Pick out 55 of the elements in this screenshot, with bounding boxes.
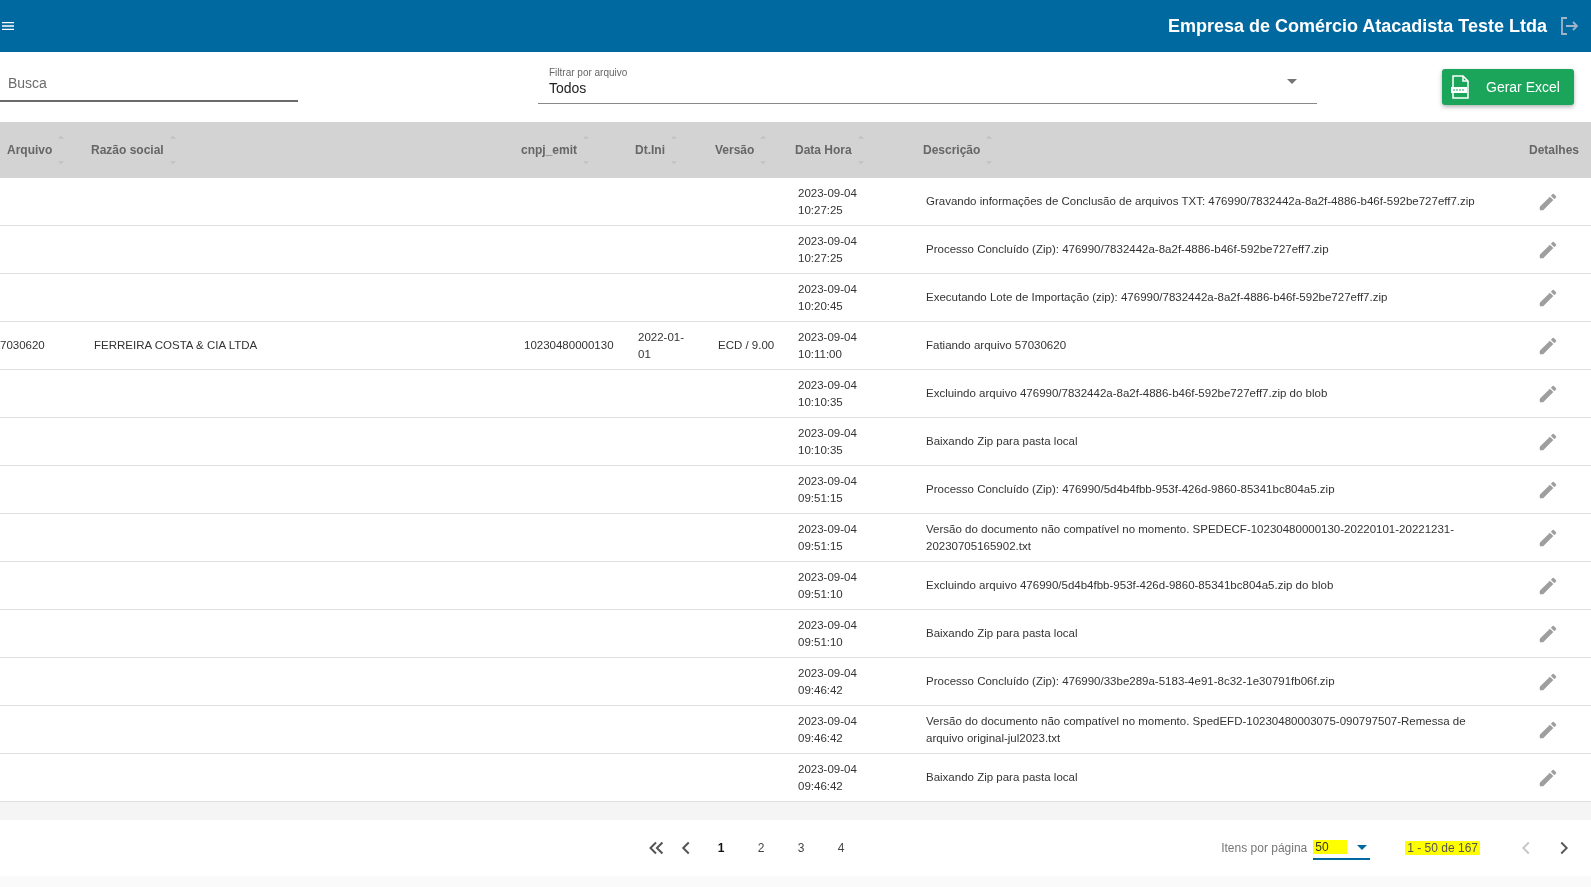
table-cell-text: 2023-09-04 10:11:00 xyxy=(798,329,858,362)
table-cell-text: Excluindo arquivo 476990/7832442a-8a2f-4886-b46f-592be727eff7.zip do blob xyxy=(926,386,1328,401)
page-number[interactable]: 1 xyxy=(705,841,737,855)
table-cell-text: Processo Concluído (Zip): 476990/33be289a-5183-4e91-8c32-1e30791fb06f.zip xyxy=(926,674,1335,689)
column-header[interactable]: Arquivo xyxy=(7,143,53,157)
select-label: Filtrar por arquivo xyxy=(549,67,629,78)
page-number[interactable]: 3 xyxy=(785,841,817,855)
table-cell-text: 10230480000130 xyxy=(524,338,614,353)
table-cell-text: Fatiando arquivo 57030620 xyxy=(926,338,1067,353)
table-cell-text: 2023-09-04 10:10:35 xyxy=(798,377,858,410)
table-cell-text: Baixando Zip para pasta local xyxy=(926,626,1078,641)
table-cell-text: 2023-09-04 09:51:10 xyxy=(798,569,858,602)
table-cell-text: 2023-09-04 09:46:42 xyxy=(798,761,858,794)
table-cell-text: ECD / 9.00 xyxy=(718,338,775,353)
table-cell-text: 2023-09-04 09:51:10 xyxy=(798,617,858,650)
table-cell-text: FERREIRA COSTA & CIA LTDA xyxy=(94,338,258,353)
table-cell-text: Baixando Zip para pasta local xyxy=(926,770,1078,785)
column-header[interactable]: Dt.Ini xyxy=(635,143,665,157)
table-cell-text: Baixando Zip para pasta local xyxy=(926,434,1078,449)
table-cell-text: 2022-01-01 xyxy=(638,329,686,362)
table-cell-text: Processo Concluído (Zip): 476990/5d4b4fbb-953f-426d-9860-85341bc804a5.zip xyxy=(926,482,1335,497)
caret-icon xyxy=(1357,844,1368,850)
spreadsheet-file-icon xyxy=(1450,75,1470,99)
column-header[interactable]: Razão social xyxy=(91,143,164,157)
page-number[interactable]: 2 xyxy=(745,841,777,855)
table-cell-text: 2023-09-04 09:46:42 xyxy=(798,713,858,746)
table-cell-text: Versão do documento não compatível no momento. SPEDECF-10230480000130-20220101-20221231-20230705165902.txt xyxy=(926,521,1456,554)
table-cell-text: 2023-09-04 10:27:25 xyxy=(798,185,858,218)
column-header[interactable]: Descrição xyxy=(923,143,981,157)
table-cell-text: 2023-09-04 09:51:15 xyxy=(798,521,858,554)
column-header[interactable]: cnpj_emit xyxy=(521,143,577,157)
table-cell-text: Versão do documento não compatível no momento. SpedEFD-10230480003075-090797507-Remessa de arquivo original-jul2023.txt xyxy=(926,713,1467,746)
caret-icon xyxy=(1287,79,1297,84)
page-number[interactable]: 4 xyxy=(825,841,857,855)
column-header[interactable]: Versão xyxy=(715,143,755,157)
file-filter-select[interactable]: Filtrar por arquivo Todos xyxy=(538,60,1317,104)
table-cell-text: Excluindo arquivo 476990/5d4b4fbb-953f-426d-9860-85341bc804a5.zip do blob xyxy=(926,578,1334,593)
select-value: Todos xyxy=(549,80,588,96)
table-cell-text: 2023-09-04 09:46:42 xyxy=(798,665,858,698)
company-name: Empresa de Comércio Atacadista Teste Ltda xyxy=(1167,15,1547,37)
table-cell-text: 7030620 xyxy=(0,338,45,353)
table-cell-text: Processo Concluído (Zip): 476990/7832442a-8a2f-4886-b46f-592be727eff7.zip xyxy=(926,242,1329,257)
items-per-page-label: Itens por página xyxy=(1221,841,1308,855)
table-cell-text: 2023-09-04 10:20:45 xyxy=(798,281,858,314)
search-field[interactable]: Busca xyxy=(0,66,298,102)
generate-excel-button[interactable]: Gerar Excel xyxy=(1442,69,1574,105)
page-size-select[interactable]: 50 xyxy=(1313,836,1371,860)
table-cell-text: 2023-09-04 10:10:35 xyxy=(798,425,858,458)
table-cell-text: 2023-09-04 10:27:25 xyxy=(798,233,858,266)
column-header[interactable]: Detalhes xyxy=(1528,143,1579,157)
table-cell-text: Gravando informações de Conclusão de arquivos TXT: 476990/7832442a-8a2f-4886-b46f-592be727eff7.zip xyxy=(926,194,1475,209)
column-header[interactable]: Data Hora xyxy=(795,143,852,157)
table-cell-text: Executando Lote de Importação (zip): 476990/7832442a-8a2f-4886-b46f-592be727eff7.zip xyxy=(926,290,1388,305)
page-range: 1 - 50 de 167 xyxy=(1405,841,1480,855)
table-cell-text: 2023-09-04 09:51:15 xyxy=(798,473,858,506)
